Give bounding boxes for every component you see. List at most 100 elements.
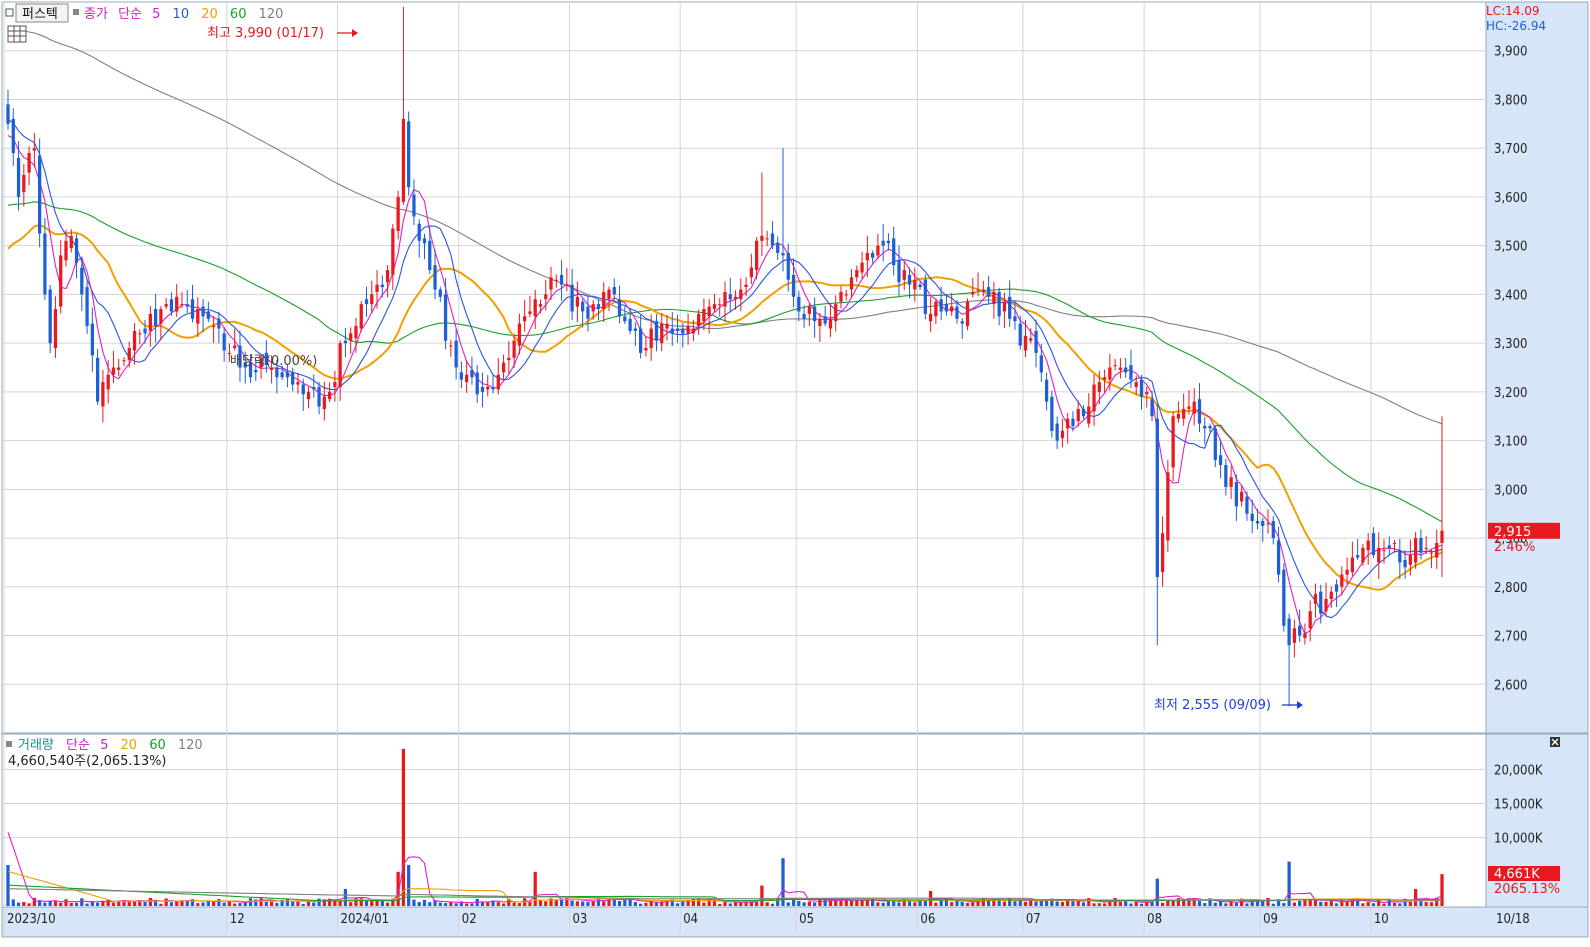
candle-body-2024-10-11[interactable] — [1414, 538, 1418, 563]
candle-body-2024-07-10[interactable] — [1060, 430, 1065, 439]
volume-bar-2024-04-24[interactable] — [770, 903, 775, 906]
volume-bar-2024-10-16[interactable] — [1429, 902, 1434, 906]
candle-body-2024-05-29[interactable] — [902, 270, 906, 280]
volume-bar-2024-03-05[interactable] — [581, 901, 585, 906]
candle-body-2024-01-01[interactable] — [338, 343, 342, 387]
candle-body-2024-05-20[interactable] — [865, 252, 869, 261]
candle-body-2024-10-14[interactable] — [1419, 538, 1423, 553]
candle-body-2024-06-27[interactable] — [1013, 316, 1017, 322]
candle-body-2024-01-05[interactable] — [359, 304, 363, 329]
candle-body-2024-04-22[interactable] — [760, 235, 764, 241]
volume-bar-2024-04-17[interactable] — [744, 902, 748, 906]
candle-body-2024-04-15[interactable] — [733, 296, 738, 300]
candle-body-2024-03-18[interactable] — [628, 318, 632, 331]
volume-bar-2024-01-17[interactable] — [401, 748, 406, 906]
volume-bar-2024-06-17[interactable] — [971, 902, 975, 906]
candle-body-2023-11-24[interactable] — [201, 306, 205, 317]
candle-body-2024-10-16[interactable] — [1429, 552, 1434, 554]
candle-body-2024-07-05[interactable] — [1044, 379, 1049, 402]
volume-bar-2023-10-06[interactable] — [16, 902, 21, 906]
candle-body-2024-08-20[interactable] — [1213, 428, 1217, 461]
candle-body-2024-09-24[interactable] — [1345, 569, 1349, 575]
candle-body-2024-10-17[interactable] — [1435, 542, 1439, 558]
volume-bar-2023-10-16[interactable] — [48, 901, 52, 906]
candle-body-2024-03-06[interactable] — [586, 306, 590, 319]
volume-bar-2024-01-26[interactable] — [438, 902, 442, 906]
volume-bar-2023-10-05[interactable] — [11, 899, 15, 906]
volume-bar-2023-11-15[interactable] — [164, 898, 168, 906]
candle-body-2023-12-15[interactable] — [280, 372, 284, 378]
candle-body-2024-05-16[interactable] — [855, 270, 859, 278]
candle-body-2024-06-10[interactable] — [944, 304, 949, 312]
candle-body-2024-07-15[interactable] — [1076, 408, 1080, 422]
candle-body-2024-09-17[interactable] — [1319, 591, 1323, 614]
candle-body-2023-11-09[interactable] — [143, 328, 147, 334]
candle-body-2024-04-16[interactable] — [739, 289, 743, 300]
candle-body-2024-09-30[interactable] — [1366, 540, 1370, 551]
candle-body-2023-11-21[interactable] — [185, 304, 189, 307]
candle-body-2023-11-13[interactable] — [153, 309, 158, 327]
candle-body-2024-10-03[interactable] — [1382, 550, 1386, 552]
candle-body-2024-03-20[interactable] — [639, 328, 643, 353]
candle-body-2024-02-20[interactable] — [528, 311, 532, 314]
volume-bar-2024-02-13[interactable] — [501, 903, 506, 906]
candle-body-2024-03-22[interactable] — [649, 328, 653, 349]
volume-bar-2023-10-24[interactable] — [80, 898, 84, 906]
volume-bar-2023-12-04[interactable] — [233, 903, 237, 906]
volume-bar-2024-07-31[interactable] — [1139, 903, 1144, 906]
candle-body-2024-04-24[interactable] — [770, 233, 775, 246]
candle-body-2024-09-23[interactable] — [1340, 574, 1344, 587]
candle-body-2024-07-25[interactable] — [1118, 367, 1123, 370]
candle-body-2024-01-17[interactable] — [401, 118, 406, 202]
candle-body-2024-05-07[interactable] — [818, 318, 822, 327]
candle-body-2024-06-03[interactable] — [918, 284, 922, 288]
candle-body-2024-02-12[interactable] — [496, 374, 500, 390]
volume-bar-2024-08-22[interactable] — [1224, 903, 1228, 906]
candle-body-2024-01-15[interactable] — [391, 228, 395, 275]
candle-body-2024-09-20[interactable] — [1334, 584, 1339, 592]
volume-bar-2024-09-04[interactable] — [1271, 903, 1275, 906]
candle-body-2024-05-17[interactable] — [860, 262, 864, 273]
candle-body-2023-12-27[interactable] — [322, 396, 326, 409]
volume-bar-2024-01-23[interactable] — [422, 899, 427, 906]
volume-bar-2024-03-06[interactable] — [586, 901, 590, 906]
volume-bar-2024-07-29[interactable] — [1129, 903, 1133, 906]
volume-bar-2024-01-31[interactable] — [454, 903, 458, 906]
price-plot-area[interactable] — [1, 1, 1487, 734]
volume-bar-2024-10-11[interactable] — [1414, 888, 1418, 906]
candle-body-2024-09-26[interactable] — [1356, 555, 1360, 558]
candle-body-2024-07-03[interactable] — [1034, 330, 1038, 353]
candle-body-2024-02-13[interactable] — [501, 362, 506, 373]
candle-body-2024-09-10[interactable] — [1292, 628, 1297, 643]
candle-body-2024-05-23[interactable] — [881, 240, 885, 246]
candle-body-2024-04-26[interactable] — [781, 252, 785, 256]
volume-bar-2024-05-13[interactable] — [839, 900, 843, 906]
candle-body-2024-08-02[interactable] — [1150, 399, 1154, 417]
candle-body-2024-07-26[interactable] — [1124, 367, 1128, 373]
volume-bar-2024-09-24[interactable] — [1345, 901, 1349, 906]
candle-body-2024-02-02[interactable] — [465, 374, 469, 383]
candle-body-2024-03-19[interactable] — [633, 328, 638, 331]
candle-body-2023-10-30[interactable] — [101, 382, 105, 407]
candle-body-2024-06-24[interactable] — [997, 291, 1001, 317]
candle-body-2024-03-14[interactable] — [617, 299, 622, 317]
volume-bar-2024-05-10[interactable] — [834, 900, 838, 906]
volume-bar-2024-01-08[interactable] — [364, 901, 369, 906]
candle-body-2024-03-13[interactable] — [612, 287, 616, 295]
candle-body-2023-11-06[interactable] — [127, 348, 131, 361]
volume-bar-2024-10-01[interactable] — [1371, 903, 1376, 906]
volume-bar-2023-12-01[interactable] — [227, 901, 232, 906]
candle-body-2024-06-11[interactable] — [950, 306, 954, 312]
volume-bar-2024-04-19[interactable] — [754, 902, 759, 906]
candle-body-2024-03-08[interactable] — [596, 304, 601, 310]
volume-bar-2024-04-12[interactable] — [728, 903, 732, 906]
volume-bar-2024-06-13[interactable] — [960, 902, 964, 906]
candle-body-2024-03-05[interactable] — [581, 301, 585, 312]
candle-body-2024-05-09[interactable] — [828, 318, 833, 329]
candle-body-2023-10-26[interactable] — [90, 323, 94, 356]
volume-bar-2024-10-10[interactable] — [1408, 902, 1413, 906]
candle-body-2023-12-20[interactable] — [296, 382, 300, 385]
candle-body-2024-09-03[interactable] — [1266, 523, 1270, 525]
volume-bar-2024-05-31[interactable] — [913, 902, 917, 906]
volume-bar-2024-03-01[interactable] — [570, 900, 574, 906]
